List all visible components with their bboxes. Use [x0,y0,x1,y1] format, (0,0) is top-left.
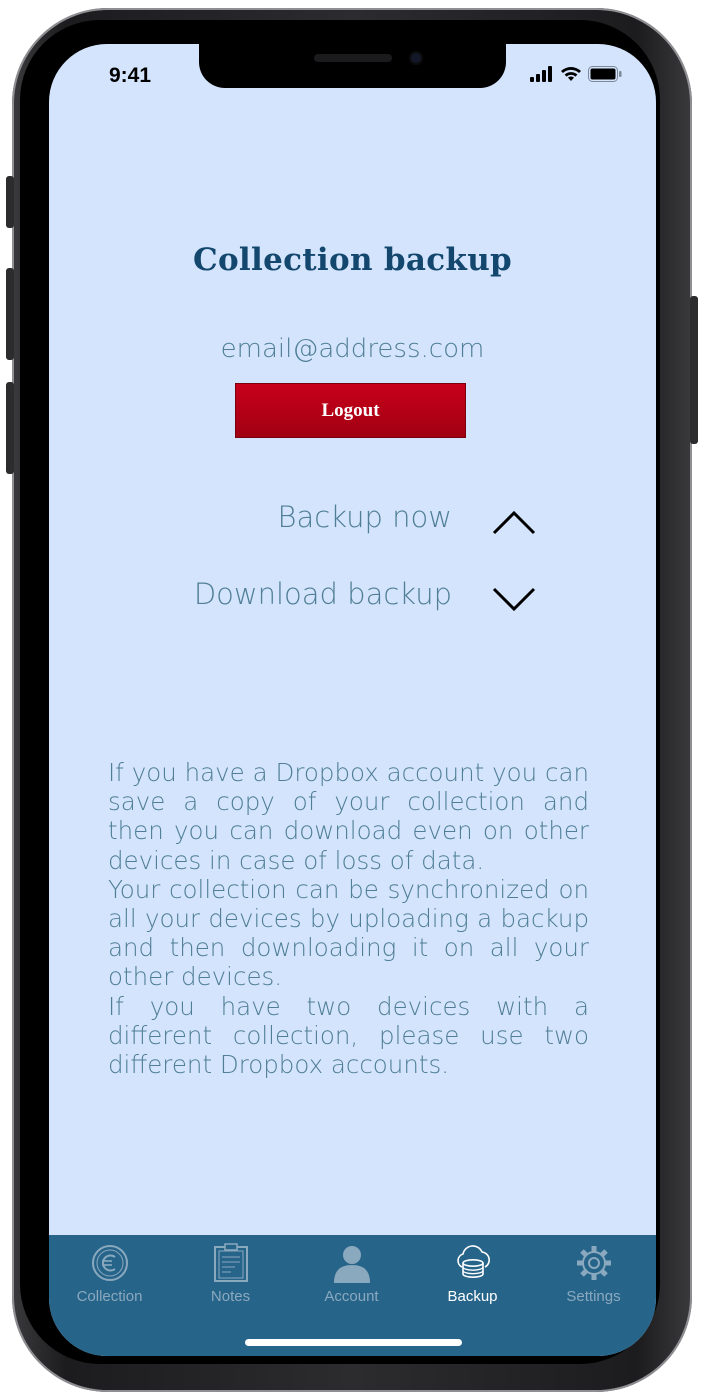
gear-icon [576,1246,611,1280]
tab-notes[interactable]: Notes [170,1243,291,1313]
logout-button[interactable]: Logout [235,383,466,438]
tab-label: Backup [447,1288,498,1305]
wifi-icon [561,67,581,81]
download-backup-row[interactable]: Download backup [49,567,656,627]
cloud-database-icon [456,1245,490,1278]
backup-now-label[interactable]: Backup now [278,500,452,534]
front-camera [409,51,423,65]
home-indicator[interactable] [245,1339,462,1346]
speaker-grille [314,54,392,62]
account-email: email@address.com [220,334,485,364]
silent-switch [6,176,14,228]
app-screen: 9:41 Collection backup email@address.com… [49,44,656,1356]
clipboard-icon [213,1243,248,1282]
download-backup-label[interactable]: Download backup [194,577,452,611]
euro-coin-icon [91,1245,128,1281]
status-time: 9:41 [109,64,152,87]
person-icon [333,1246,370,1283]
tab-label: Settings [566,1288,621,1305]
tab-bar: Collection Notes Account Backup Settings [49,1235,656,1356]
info-paragraph: If you have a Dropbox account you can sa… [108,758,589,875]
page-title: Collection backup [192,242,513,278]
tab-settings[interactable]: Settings [533,1243,654,1313]
tab-account[interactable]: Account [291,1243,412,1313]
volume-down-button [6,382,14,474]
chevron-up-icon[interactable] [491,504,537,538]
cellular-signal-icon [530,66,552,82]
volume-up-button [6,268,14,360]
tab-collection[interactable]: Collection [49,1243,170,1313]
info-paragraph: Your collection can be synchronized on a… [108,874,589,992]
tab-label: Notes [210,1288,251,1305]
notch [199,44,506,88]
chevron-down-icon[interactable] [491,581,537,615]
status-icons [530,66,622,82]
tab-label: Account [324,1288,379,1305]
backup-now-row[interactable]: Backup now [49,490,656,550]
info-paragraph: If you have two devices with a different… [108,991,589,1080]
battery-icon [588,66,622,82]
power-button [690,296,698,444]
backup-info-text: If you have a Dropbox account you can sa… [108,758,589,1079]
tab-backup[interactable]: Backup [412,1243,533,1313]
tab-label: Collection [76,1288,143,1305]
